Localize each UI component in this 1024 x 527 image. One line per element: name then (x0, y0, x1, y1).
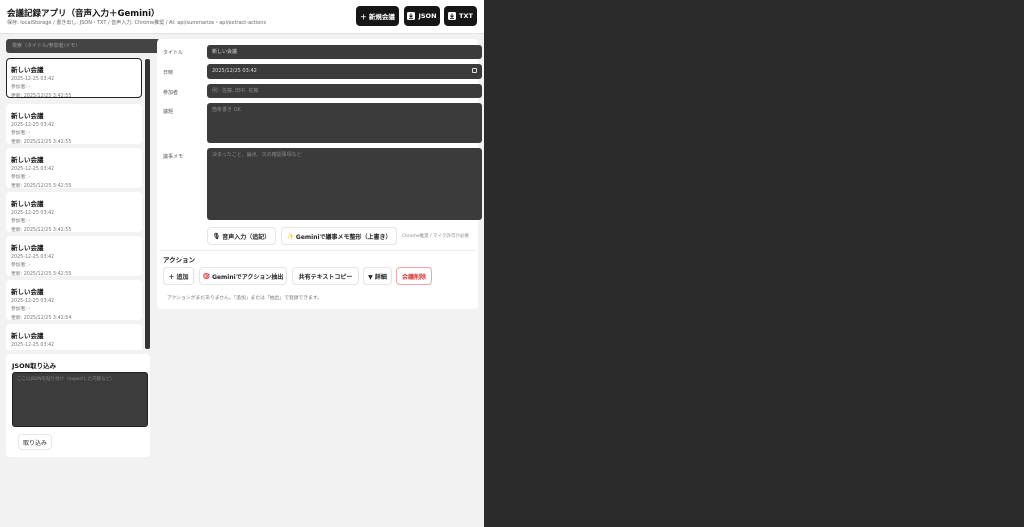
export-json-label: JSON (418, 12, 437, 20)
notes-placeholder: 決まったこと、論点、次の確認事項など (212, 152, 302, 158)
meeting-card[interactable]: 新しい会議 2025-12-25 03:42 参加者: - 更新: 2025/1… (6, 58, 142, 99)
meeting-updated: 更新: 2025/12/25 3:42:55 (11, 271, 72, 277)
target-icon: 🎯 (202, 272, 211, 280)
download-icon (407, 12, 416, 20)
participants-label: 参加者 (163, 90, 179, 96)
add-action-button[interactable]: ＋ 追加 (163, 267, 194, 285)
empty-dark-area (484, 0, 1024, 527)
meeting-title: 新しい会議 (11, 66, 44, 74)
meeting-date: 2025-12-25 03:42 (11, 77, 55, 82)
meeting-participants: 参加者: - (11, 263, 31, 269)
export-json-button[interactable]: JSON (404, 6, 440, 26)
calendar-icon[interactable] (472, 68, 477, 73)
export-txt-button[interactable]: TXT (444, 6, 477, 26)
meeting-updated: 更新: 2025/12/25 3:42:55 (11, 227, 72, 233)
meeting-date: 2025-12-25 03:42 (11, 167, 55, 172)
meeting-date: 2025-12-25 03:42 (11, 211, 55, 216)
meeting-list-scrollbar[interactable] (145, 59, 150, 349)
meeting-participants: 参加者: - (11, 219, 31, 225)
participants-input[interactable]: 例）佐藤, 田中, 佐藤 (207, 84, 482, 98)
extract-actions-label: Geminiでアクション抽出 (212, 273, 284, 281)
meeting-updated: 更新: 2025/12/25 3:42:55 (11, 139, 72, 145)
date-input[interactable]: 2025/12/25 03:42 (207, 64, 482, 79)
json-import-title: JSON取り込み (12, 362, 57, 370)
meeting-participants: 参加者: - (11, 131, 31, 137)
search-placeholder: 検索（タイトル/参加者/メモ） (12, 43, 81, 49)
search-input[interactable]: 検索（タイトル/参加者/メモ） (6, 39, 160, 53)
meeting-title: 新しい会議 (11, 112, 44, 120)
app-subtitle: 保存: localStorage / 書き出し: JSON・TXT / 音声入力… (7, 20, 267, 26)
divider (159, 250, 476, 251)
voice-input-label: 音声入力（追記） (222, 233, 271, 241)
sparkle-icon: ✨ (286, 232, 294, 240)
details-toggle-label: ▼ 詳細 (368, 273, 387, 281)
app-title: 会議記録アプリ（音声入力＋Gemini） (7, 9, 160, 19)
copy-share-text-label: 共有テキストコピー (298, 273, 353, 281)
json-import-label: 取り込み (22, 439, 47, 447)
export-txt-label: TXT (459, 12, 473, 20)
meeting-card[interactable]: 新しい会議 2025-12-25 03:42 (6, 324, 142, 350)
meeting-title: 新しい会議 (11, 332, 44, 340)
app-header: 会議記録アプリ（音声入力＋Gemini） 保存: localStorage / … (0, 0, 484, 34)
agenda-placeholder: 箇条書き OK (212, 107, 241, 113)
title-input[interactable]: 新しい会議 (207, 45, 482, 59)
meeting-list[interactable]: 新しい会議 2025-12-25 03:42 参加者: - 更新: 2025/1… (6, 57, 152, 350)
gemini-format-label: Geminiで議事メモ整形（上書き） (295, 233, 392, 241)
meeting-updated: 更新: 2025/12/25 3:42:55 (11, 93, 72, 99)
json-import-placeholder: ここにJSONを貼り付け（exportした内容など） (17, 377, 115, 382)
date-label: 日時 (163, 70, 174, 76)
participants-placeholder: 例）佐藤, 田中, 佐藤 (212, 88, 259, 94)
add-action-label: ＋ 追加 (168, 273, 189, 281)
meeting-card[interactable]: 新しい会議 2025-12-25 03:42 参加者: - 更新: 2025/1… (6, 148, 142, 189)
microphone-icon: 🎙 (212, 232, 221, 240)
meeting-updated: 更新: 2025/12/25 3:42:55 (11, 183, 72, 189)
meeting-participants: 参加者: - (11, 175, 31, 181)
voice-hint: Chrome推奨 / マイク許可が必要 (402, 234, 469, 239)
download-icon (448, 12, 457, 20)
actions-title: アクション (163, 256, 196, 264)
agenda-label: 議題 (163, 109, 174, 115)
voice-input-button[interactable]: 🎙 音声入力（追記） (207, 227, 276, 245)
copy-share-text-button[interactable]: 共有テキストコピー (292, 267, 359, 285)
meeting-date: 2025-12-25 03:42 (11, 255, 55, 260)
json-import-textarea[interactable]: ここにJSONを貼り付け（exportした内容など） (12, 372, 148, 427)
meeting-card[interactable]: 新しい会議 2025-12-25 03:42 参加者: - 更新: 2025/1… (6, 236, 142, 277)
date-value: 2025/12/25 03:42 (212, 68, 257, 74)
title-label: タイトル (163, 50, 184, 56)
meeting-title: 新しい会議 (11, 244, 44, 252)
meeting-card[interactable]: 新しい会議 2025-12-25 03:42 参加者: - 更新: 2025/1… (6, 280, 142, 321)
title-value: 新しい会議 (212, 49, 238, 55)
json-import-button[interactable]: 取り込み (18, 434, 52, 450)
actions-empty-note: アクションがまだありません。「追加」または「抽出」で登録できます。 (167, 296, 323, 301)
new-meeting-button[interactable]: ＋ 新規会議 (356, 6, 399, 26)
extract-actions-button[interactable]: 🎯 Geminiでアクション抽出 (199, 267, 287, 285)
meeting-date: 2025-12-25 03:42 (11, 343, 55, 348)
meeting-title: 新しい会議 (11, 288, 44, 296)
meeting-title: 新しい会議 (11, 200, 44, 208)
agenda-textarea[interactable]: 箇条書き OK (207, 103, 482, 143)
meeting-date: 2025-12-25 03:42 (11, 123, 55, 128)
meeting-participants: 参加者: - (11, 307, 31, 313)
meeting-card[interactable]: 新しい会議 2025-12-25 03:42 参加者: - 更新: 2025/1… (6, 104, 142, 145)
meeting-editor: タイトル 新しい会議 日時 2025/12/25 03:42 参加者 例）佐藤,… (157, 39, 482, 309)
json-import-panel: JSON取り込み ここにJSONを貼り付け（exportした内容など） 取り込み (6, 354, 150, 457)
meeting-date: 2025-12-25 03:42 (11, 299, 55, 304)
meeting-card[interactable]: 新しい会議 2025-12-25 03:42 参加者: - 更新: 2025/1… (6, 192, 142, 233)
delete-meeting-label: 会議削除 (401, 273, 426, 281)
meeting-participants: 参加者: - (11, 85, 31, 91)
delete-meeting-button[interactable]: 会議削除 (396, 267, 432, 285)
app-window: 会議記録アプリ（音声入力＋Gemini） 保存: localStorage / … (0, 0, 484, 527)
details-toggle-button[interactable]: ▼ 詳細 (363, 267, 392, 285)
gemini-format-button[interactable]: ✨ Geminiで議事メモ整形（上書き） (281, 227, 397, 245)
new-meeting-label: ＋ 新規会議 (360, 13, 395, 21)
meeting-title: 新しい会議 (11, 156, 44, 164)
meeting-updated: 更新: 2025/12/25 3:42:54 (11, 315, 72, 321)
notes-textarea[interactable]: 決まったこと、論点、次の確認事項など (207, 148, 482, 220)
notes-label: 議事メモ (163, 154, 184, 160)
